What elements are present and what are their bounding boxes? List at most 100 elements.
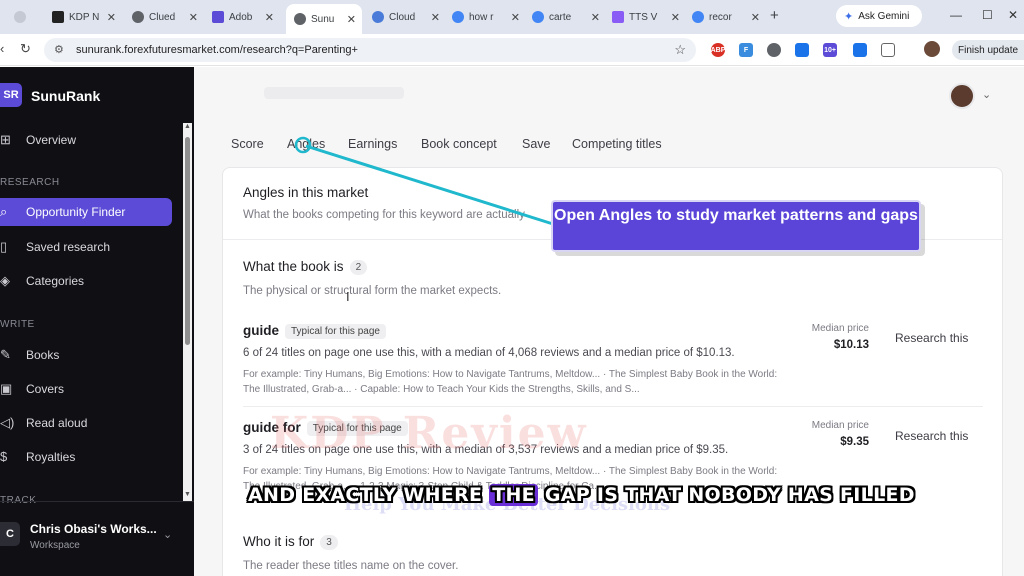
section-count-badge: 2: [349, 260, 368, 275]
browser-profile-avatar[interactable]: [924, 41, 940, 57]
tools-extension-icon[interactable]: [853, 43, 867, 57]
site-info-icon[interactable]: ⚙: [54, 43, 64, 56]
research-tabs: Score Angles Earnings Book concept Save …: [194, 123, 1024, 165]
close-tab-icon[interactable]: ✕: [591, 11, 600, 24]
research-this-button[interactable]: Research this: [895, 429, 968, 443]
bookmark-icon: ▯: [0, 239, 8, 254]
angle-examples: For example: Tiny Humans, Big Emotions: …: [243, 369, 778, 395]
screen-extension-icon[interactable]: [795, 43, 809, 57]
app-sidebar: SR SunuRank ⊞ Overview RESEARCH ⌕ Opport…: [0, 67, 194, 576]
browser-tab-google-3[interactable]: recor ✕: [692, 6, 764, 28]
browser-tab-clued[interactable]: Clued ✕: [132, 6, 202, 28]
google-favicon-icon: [452, 11, 464, 23]
close-tab-icon[interactable]: ✕: [431, 11, 440, 24]
tab-competing-titles[interactable]: Competing titles: [572, 137, 662, 151]
workspace-switcher[interactable]: C Chris Obasi's Works... Workspace ⌄: [0, 501, 194, 576]
tab-score[interactable]: Score: [231, 137, 264, 151]
section-title-who-it-is-for: Who it is for 3: [243, 534, 338, 550]
gemini-sparkle-icon: ✦: [844, 10, 854, 23]
workspace-badge: C: [0, 522, 20, 546]
dollar-icon: $: [0, 449, 8, 464]
tab-earnings[interactable]: Earnings: [348, 137, 397, 151]
image-icon: ▣: [0, 381, 13, 396]
new-tab-icon[interactable]: +: [770, 7, 779, 24]
tab-book-concept[interactable]: Book concept: [421, 137, 497, 151]
workspace-subtitle: Workspace: [30, 540, 80, 551]
sidebar-item-read-aloud[interactable]: ◁) Read aloud: [0, 409, 172, 437]
close-window-icon[interactable]: ✕: [1008, 8, 1018, 22]
close-tab-icon[interactable]: ✕: [189, 11, 198, 24]
section-count-badge: 3: [320, 535, 338, 550]
scroll-down-icon[interactable]: ▼: [183, 491, 192, 498]
median-price-label: Median price: [811, 420, 869, 431]
browser-tab-0[interactable]: [14, 6, 42, 28]
browser-tab-strip: KDP N ✕ Clued ✕ Adob ✕ Sunu ✕ Cloud ✕ ho…: [0, 0, 1024, 34]
research-this-button[interactable]: Research this: [895, 331, 968, 345]
tab-label: TTS V: [629, 11, 658, 23]
close-tab-icon[interactable]: ✕: [347, 13, 356, 26]
address-bar[interactable]: ⚙ sunurank.forexfuturesmarket.com/resear…: [44, 38, 696, 62]
browser-tab-adobe[interactable]: Adob ✕: [212, 6, 278, 28]
kdp-favicon-icon: [52, 11, 64, 23]
pencil-icon: ✎: [0, 347, 11, 362]
sidebar-item-categories[interactable]: ◈ Categories: [0, 267, 172, 295]
sidebar-item-label: Covers: [26, 382, 65, 396]
extension-icon[interactable]: [767, 43, 781, 57]
tab-angles[interactable]: Angles: [287, 137, 325, 151]
grid-icon: ⊞: [0, 132, 11, 147]
sidebar-item-royalties[interactable]: $ Royalties: [0, 443, 172, 471]
sidebar-scrollbar-thumb[interactable]: [185, 137, 190, 345]
sidebar-item-label: Overview: [26, 133, 77, 147]
browser-tab-sunurank[interactable]: Sunu ✕: [286, 4, 362, 34]
finish-update-button[interactable]: Finish update: [952, 40, 1024, 60]
angle-summary: 6 of 24 titles on page one use this, wit…: [243, 347, 735, 359]
section-title-text: What the book is: [243, 259, 344, 274]
tutorial-callout: Open Angles to study market patterns and…: [551, 200, 921, 252]
puzzle-extensions-icon[interactable]: [881, 43, 895, 57]
text-cursor-icon: I: [346, 289, 350, 304]
browser-tab-google-1[interactable]: how r ✕: [452, 6, 524, 28]
maximize-icon[interactable]: ☐: [982, 8, 993, 22]
adobe-favicon-icon: [212, 11, 224, 23]
sidebar-item-covers[interactable]: ▣ Covers: [0, 375, 172, 403]
chevron-down-icon[interactable]: ⌄: [982, 88, 991, 101]
close-tab-icon[interactable]: ✕: [265, 11, 274, 24]
median-price-value: $9.35: [840, 436, 869, 448]
back-icon[interactable]: ‹: [0, 41, 4, 56]
sidebar-item-label: Royalties: [26, 450, 76, 464]
sidebar-item-saved-research[interactable]: ▯ Saved research: [0, 233, 172, 261]
speaker-icon: ◁): [0, 415, 15, 430]
f-extension-icon[interactable]: F: [739, 43, 753, 57]
url-text: sunurank.forexfuturesmarket.com/research…: [76, 44, 358, 56]
close-tab-icon[interactable]: ✕: [107, 11, 116, 24]
ask-gemini-button[interactable]: ✦ Ask Gemini: [836, 5, 922, 27]
google-favicon-icon: [692, 11, 704, 23]
browser-toolbar: ‹ ↻ ⚙ sunurank.forexfuturesmarket.com/re…: [0, 34, 1024, 66]
minimize-icon[interactable]: —: [950, 8, 962, 22]
scroll-up-icon[interactable]: ▲: [183, 123, 192, 130]
bookmark-star-icon[interactable]: ☆: [674, 42, 686, 58]
sidebar-item-overview[interactable]: ⊞ Overview: [0, 126, 172, 154]
close-tab-icon[interactable]: ✕: [671, 11, 680, 24]
browser-tab-kdp[interactable]: KDP N ✕: [52, 6, 120, 28]
sidebar-item-books[interactable]: ✎ Books: [0, 341, 172, 369]
caption-text: GAP IS THAT NOBODY HAS FILLED: [537, 484, 915, 506]
reload-icon[interactable]: ↻: [20, 41, 31, 57]
video-caption: AND EXACTLY WHERE THE GAP IS THAT NOBODY…: [248, 484, 915, 506]
sidebar-item-label: Read aloud: [26, 416, 88, 430]
user-avatar[interactable]: [949, 83, 975, 109]
caption-text: AND EXACTLY WHERE: [248, 484, 490, 506]
badge-extension-icon[interactable]: 10+: [823, 43, 837, 57]
adblock-extension-icon[interactable]: ABP: [711, 43, 725, 57]
brand-name: SunuRank: [31, 88, 101, 104]
browser-tab-google-2[interactable]: carte ✕: [532, 6, 604, 28]
close-tab-icon[interactable]: ✕: [511, 11, 520, 24]
tab-save[interactable]: Save: [522, 137, 551, 151]
close-tab-icon[interactable]: ✕: [751, 11, 760, 24]
browser-tab-tts[interactable]: TTS V ✕: [612, 6, 684, 28]
sidebar-item-opportunity-finder[interactable]: ⌕ Opportunity Finder: [0, 198, 172, 226]
typical-badge: Typical for this page: [285, 324, 386, 339]
watermark-logo-text: KDP Review: [270, 408, 588, 459]
tab-label: KDP N: [69, 11, 100, 23]
browser-tab-cloud[interactable]: Cloud ✕: [372, 6, 444, 28]
